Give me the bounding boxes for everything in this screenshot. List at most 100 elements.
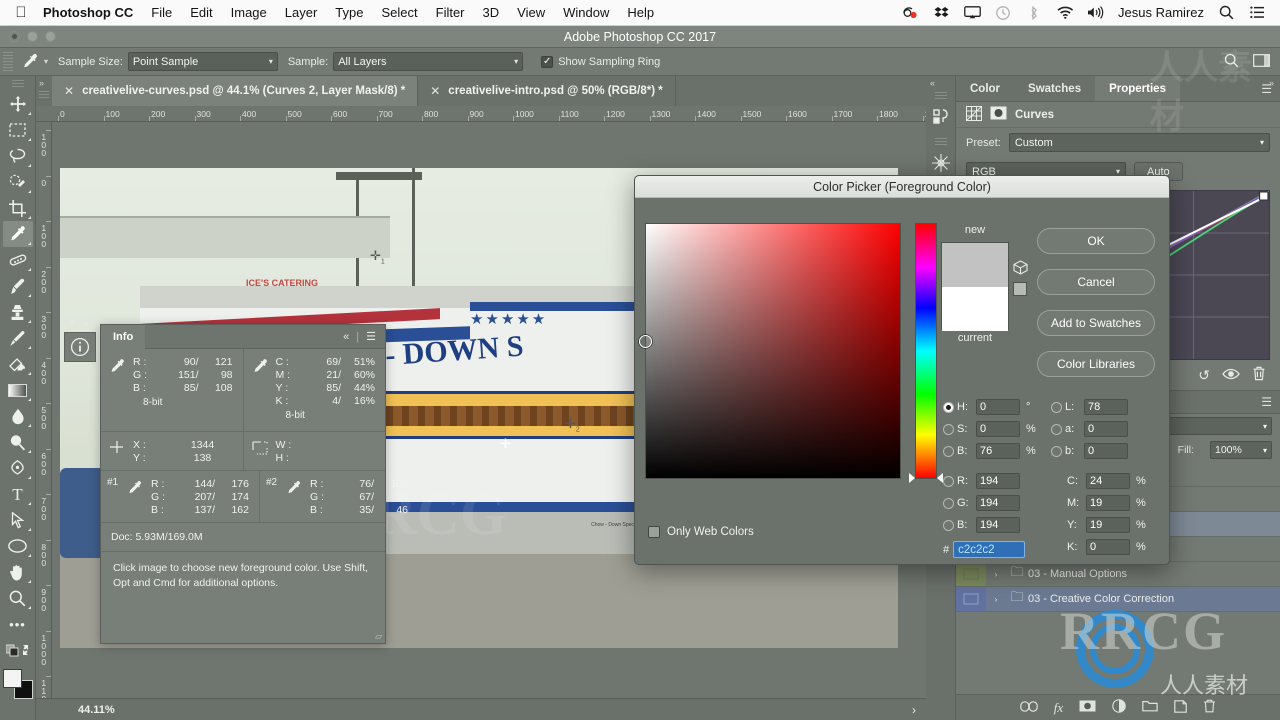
lasso-tool[interactable] [3,143,33,169]
options-bar-grip[interactable] [3,51,13,72]
add-to-swatches-button[interactable]: Add to Swatches [1037,310,1155,336]
layer-visibility-toggle[interactable] [956,562,986,586]
cancel-button[interactable]: Cancel [1037,269,1155,295]
search-icon[interactable] [1224,53,1239,71]
chevron-right-icon[interactable]: › [912,703,926,717]
timemachine-icon[interactable] [994,5,1012,21]
table-row[interactable]: › 🗀 03 - Creative Color Correction [956,587,1280,612]
eraser-tool[interactable] [3,351,33,377]
tab-properties[interactable]: Properties [1095,76,1180,101]
eyedropper-icon[interactable] [17,51,43,73]
menu-item-view[interactable]: View [508,0,554,26]
sampler-marker-1[interactable]: ✛1 [370,248,385,266]
expand-icon[interactable]: » [83,318,89,329]
collapse-icon[interactable]: « [343,331,349,343]
reset-icon[interactable]: ↺ [1198,367,1210,384]
workspace-icon[interactable] [1253,53,1270,70]
toolbar-grip[interactable] [11,80,24,88]
yellow-field-group[interactable]: Y: 19 % [1051,517,1159,533]
menu-item-3d[interactable]: 3D [474,0,509,26]
sample-size-select[interactable]: Point Sample ▾ [127,52,278,71]
marquee-tool[interactable] [3,117,33,143]
rail-grip[interactable] [934,92,947,100]
hue-slider[interactable] [909,223,943,483]
mask-icon[interactable] [1079,700,1096,715]
type-tool[interactable]: T [3,481,33,507]
saturation-input[interactable]: 0 [976,421,1020,437]
menu-item-image[interactable]: Image [222,0,276,26]
document-tab-intro[interactable]: ✕ creativelive-intro.psd @ 50% (RGB/8*) … [418,76,676,106]
hand-tool[interactable] [3,559,33,585]
path-selection-tool[interactable] [3,507,33,533]
fill-field[interactable]: 100% ▾ [1210,441,1272,459]
show-sampling-ring-checkbox[interactable]: Show Sampling Ring [541,55,660,68]
close-icon[interactable]: ✕ [430,84,440,98]
lab-b-field-group[interactable]: b: 0 [1051,443,1159,459]
resize-handle[interactable]: ▱ [375,631,382,642]
bluetooth-icon[interactable] [1025,5,1043,21]
document-tab-curves[interactable]: ✕ creativelive-curves.psd @ 44.1% (Curve… [52,76,419,106]
clone-stamp-tool[interactable] [3,299,33,325]
blue-input[interactable]: 194 [976,517,1020,533]
menu-item-file[interactable]: File [142,0,181,26]
color-preview-swatches[interactable] [941,242,1009,331]
collapse-left-icon[interactable]: « [930,78,935,88]
delete-icon[interactable] [1252,366,1266,384]
only-web-colors-checkbox[interactable]: Only Web Colors [648,526,754,538]
pen-tool[interactable] [3,455,33,481]
info-panel[interactable]: ✕ » Info « | ☰ R : G : B: 90/ 121 151/ … [64,318,408,644]
gradient-tool[interactable] [3,377,33,403]
quick-selection-tool[interactable] [3,169,33,195]
expand-right-icon[interactable]: » [1269,78,1274,88]
red-field-group[interactable]: R: 194 [943,473,1051,489]
search-icon[interactable] [1217,5,1235,21]
tab-color[interactable]: Color [956,76,1014,101]
dodge-tool[interactable] [3,429,33,455]
close-icon[interactable]: ✕ [68,318,76,329]
rail-grip[interactable] [934,138,947,146]
color-libraries-button[interactable]: Color Libraries [1037,351,1155,377]
zoom-tool[interactable] [3,585,33,611]
zoom-level[interactable]: 44.11% [36,704,115,716]
library-icon[interactable] [928,104,954,130]
eyedropper-tool[interactable] [2,221,33,247]
menu-item-layer[interactable]: Layer [276,0,327,26]
lab-b-radio[interactable] [1051,445,1062,457]
color-selector-ring[interactable] [639,335,652,348]
link-icon[interactable] [1019,700,1038,715]
lab-b-input[interactable]: 0 [1084,443,1128,459]
menu-item-edit[interactable]: Edit [181,0,221,26]
foreground-color-swatch[interactable] [2,669,22,688]
airplay-icon[interactable] [963,5,981,21]
hue-field-group[interactable]: H: 0 ° [943,399,1051,415]
hue-input[interactable]: 0 [976,399,1020,415]
menu-item-window[interactable]: Window [554,0,618,26]
blue-field-group[interactable]: B: 194 [943,517,1051,533]
new-layer-icon[interactable] [1174,699,1187,716]
green-input[interactable]: 194 [976,495,1020,511]
group-icon[interactable] [1142,700,1158,715]
brightness-field-group[interactable]: B: 76 % [943,443,1051,459]
info-icon[interactable] [64,332,96,362]
ok-button[interactable]: OK [1037,228,1155,254]
zoom-button[interactable] [45,31,56,42]
menubar-user-name[interactable]: Jesus Ramirez [1118,5,1204,20]
edit-toolbar-button[interactable]: ••• [3,611,33,637]
tab-info[interactable]: Info [101,324,146,349]
horizontal-ruler[interactable]: 0 100 200 300 400 500 600 700 800 900 1000 1100 1200… [36,106,926,122]
menu-item-filter[interactable]: Filter [427,0,474,26]
close-icon[interactable]: ✕ [64,84,74,98]
color-picker-dialog[interactable]: Color Picker (Foreground Color) new curr… [634,175,1170,565]
dropbox-icon[interactable] [932,5,950,21]
brightness-input[interactable]: 76 [976,443,1020,459]
layer-visibility-toggle[interactable] [956,587,986,611]
current-color-swatch[interactable] [942,287,1008,331]
lab-l-input[interactable]: 78 [1084,399,1128,415]
red-radio[interactable] [943,475,954,487]
minimize-button[interactable] [27,31,38,42]
panel-menu-icon[interactable]: ☰ [366,330,376,343]
ellipse-tool[interactable] [3,533,33,559]
saturation-field-group[interactable]: S: 0 % [943,421,1051,437]
menu-item-type[interactable]: Type [326,0,372,26]
chevron-right-icon[interactable]: › [986,570,1006,579]
